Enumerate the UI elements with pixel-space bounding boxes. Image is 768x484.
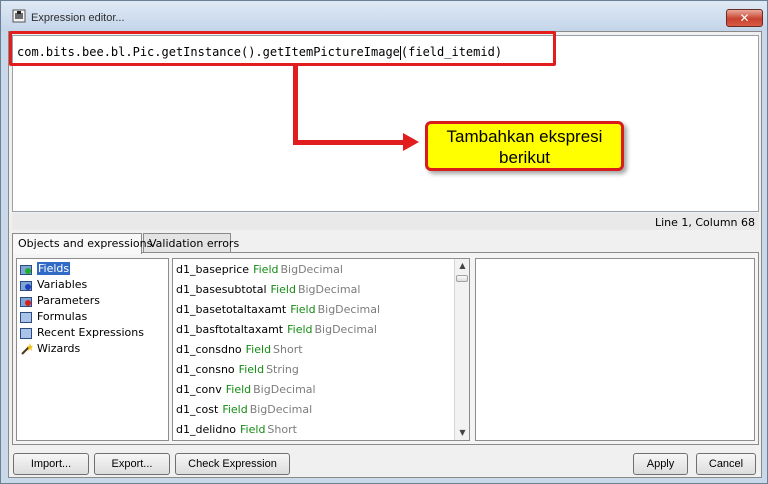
annotation-arrow-shaft-horizontal bbox=[293, 140, 405, 145]
category-tree[interactable]: Fields Variables Parameters Formulas Rec… bbox=[16, 258, 169, 441]
field-type: String bbox=[266, 363, 299, 376]
callout-line-2: berikut bbox=[498, 148, 551, 167]
fields-icon bbox=[20, 265, 32, 275]
scroll-thumb[interactable] bbox=[456, 275, 468, 282]
field-type: BigDecimal bbox=[280, 263, 343, 276]
list-item[interactable]: d1_basesubtotal Field BigDecimal bbox=[173, 280, 469, 300]
field-name: d1_basesubtotal bbox=[176, 283, 267, 296]
category-wizards-label: Wizards bbox=[37, 342, 81, 355]
field-type: BigDecimal bbox=[253, 383, 316, 396]
cancel-button[interactable]: Cancel bbox=[696, 453, 756, 475]
list-item[interactable]: d1_delidno Field Short bbox=[173, 420, 469, 440]
annotation-arrow-shaft-vertical bbox=[293, 65, 298, 145]
status-bar: Line 1, Column 68 bbox=[12, 213, 759, 230]
expression-editor-window: Expression editor... ✕ com.bits.bee.bl.P… bbox=[0, 0, 768, 484]
export-button[interactable]: Export... bbox=[94, 453, 170, 475]
callout-line-1: Tambahkan ekspresi bbox=[446, 127, 603, 146]
category-formulas-label: Formulas bbox=[37, 310, 88, 323]
field-name: d1_consdno bbox=[176, 343, 242, 356]
category-recent-expressions-label: Recent Expressions bbox=[37, 326, 144, 339]
field-name: d1_cost bbox=[176, 403, 219, 416]
fields-list[interactable]: d1_baseprice Field BigDecimal d1_basesubto… bbox=[172, 258, 470, 441]
recent-expressions-icon bbox=[20, 328, 32, 339]
category-variables[interactable]: Variables bbox=[17, 277, 168, 293]
list-item[interactable]: d1_baseprice Field BigDecimal bbox=[173, 260, 469, 280]
category-wizards[interactable]: Wizards bbox=[17, 341, 168, 357]
category-fields[interactable]: Fields bbox=[17, 261, 168, 277]
scroll-up-icon[interactable]: ▲ bbox=[457, 261, 468, 271]
field-kind: Field bbox=[270, 283, 296, 296]
close-button[interactable]: ✕ bbox=[726, 9, 763, 27]
detail-pane[interactable] bbox=[475, 258, 755, 441]
field-kind: Field bbox=[287, 323, 313, 336]
field-type: BigDecimal bbox=[249, 403, 313, 416]
field-kind: Field bbox=[253, 263, 279, 276]
field-type: BigDecimal bbox=[297, 283, 361, 296]
field-type: BigDecimal bbox=[314, 323, 377, 336]
formulas-icon bbox=[20, 312, 32, 323]
objects-panel: Fields Variables Parameters Formulas Rec… bbox=[12, 252, 759, 445]
list-item[interactable]: d1_basetotaltaxamt Field BigDecimal bbox=[173, 300, 469, 320]
category-parameters[interactable]: Parameters bbox=[17, 293, 168, 309]
field-type: BigDecimal bbox=[317, 303, 381, 316]
list-item[interactable]: d1_conv Field BigDecimal bbox=[173, 380, 469, 400]
category-fields-label: Fields bbox=[37, 262, 71, 275]
import-button[interactable]: Import... bbox=[13, 453, 89, 475]
cursor-position: Line 1, Column 68 bbox=[654, 216, 755, 229]
category-parameters-label: Parameters bbox=[37, 294, 100, 307]
annotation-callout: Tambahkan ekspresi berikut bbox=[425, 121, 624, 171]
field-name: d1_baseprice bbox=[176, 263, 250, 276]
tab-validation-errors[interactable]: Validation errors bbox=[143, 233, 239, 253]
field-kind: Field bbox=[240, 423, 266, 436]
field-type: Short bbox=[273, 343, 303, 356]
field-kind: Field bbox=[290, 303, 316, 316]
field-kind: Field bbox=[245, 343, 272, 356]
annotation-arrow-head bbox=[403, 133, 419, 151]
fields-list-scrollbar[interactable]: ▲ ▼ bbox=[454, 259, 469, 440]
expression-editor[interactable]: com.bits.bee.bl.Pic.getInstance().getIte… bbox=[9, 31, 759, 212]
wizard-wand-icon bbox=[21, 343, 33, 355]
window-title: Expression editor... bbox=[31, 12, 125, 24]
field-kind: Field bbox=[222, 403, 248, 416]
category-recent-expressions[interactable]: Recent Expressions bbox=[17, 325, 168, 341]
field-name: d1_consno bbox=[176, 363, 235, 376]
category-variables-label: Variables bbox=[37, 278, 88, 291]
scroll-down-icon[interactable]: ▼ bbox=[457, 428, 468, 438]
highlight-box bbox=[9, 31, 556, 66]
variables-icon bbox=[20, 281, 32, 291]
list-item[interactable]: d1_consno Field String bbox=[173, 360, 469, 380]
list-item[interactable]: d1_basftotaltaxamt Field BigDecimal bbox=[173, 320, 469, 340]
field-name: d1_delidno bbox=[176, 423, 237, 436]
dialog-body: com.bits.bee.bl.Pic.getInstance().getIte… bbox=[8, 31, 762, 478]
field-kind: Field bbox=[225, 383, 252, 396]
app-icon bbox=[12, 9, 26, 23]
field-kind: Field bbox=[238, 363, 265, 376]
field-name: d1_basetotaltaxamt bbox=[176, 303, 287, 316]
field-type: Short bbox=[267, 423, 297, 436]
parameters-icon bbox=[20, 297, 32, 307]
field-name: d1_conv bbox=[176, 383, 222, 396]
list-item[interactable]: d1_cost Field BigDecimal bbox=[173, 400, 469, 420]
category-formulas[interactable]: Formulas bbox=[17, 309, 168, 325]
title-bar: Expression editor... ✕ bbox=[1, 1, 767, 31]
tab-objects-and-expressions[interactable]: Objects and expressions bbox=[12, 233, 152, 254]
check-expression-button[interactable]: Check Expression bbox=[175, 453, 290, 475]
apply-button[interactable]: Apply bbox=[633, 453, 688, 475]
field-name: d1_basftotaltaxamt bbox=[176, 323, 284, 336]
list-item[interactable]: d1_consdno Field Short bbox=[173, 340, 469, 360]
